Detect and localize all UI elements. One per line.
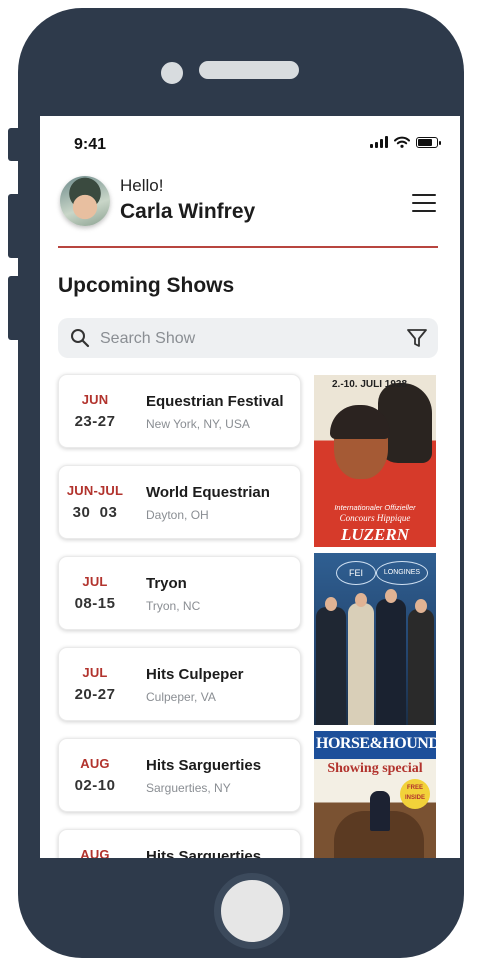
show-days: 20-27 <box>74 686 116 703</box>
volume-up-button[interactable] <box>8 194 18 258</box>
show-month: AUG <box>80 756 110 771</box>
poster-city: LUZERN <box>341 525 409 544</box>
app-header: Hello! Carla Winfrey <box>40 172 460 248</box>
show-title: Tryon <box>146 575 187 592</box>
magazine-badge: FREE INSIDE <box>400 779 430 809</box>
show-days: 08-15 <box>74 595 116 612</box>
show-month: JUL <box>82 574 108 589</box>
battery-fill <box>418 138 432 146</box>
photo-person <box>376 599 406 725</box>
fei-logo: FEI <box>336 561 376 585</box>
show-location: Tryon, NC <box>146 599 201 613</box>
show-title: Hits Sarguerties <box>146 848 262 858</box>
photo-person <box>348 603 374 725</box>
magazine-masthead: HORSE&HOUND <box>316 735 436 752</box>
wifi-icon <box>394 136 410 148</box>
search-icon <box>71 329 90 348</box>
status-icons <box>370 136 441 148</box>
show-title: Hits Culpeper <box>146 666 244 683</box>
speaker-grille <box>199 61 299 79</box>
show-month: JUN <box>81 392 109 407</box>
poster-caption: Internationaler Offizieller <box>334 503 416 512</box>
show-location: Sarguerties, NY <box>146 781 231 795</box>
app-screen: 9:41 Hello! Carla Winfrey Upcoming Shows <box>40 116 460 858</box>
volume-down-button[interactable] <box>8 276 18 340</box>
magazine-subtitle: Showing special <box>327 761 423 776</box>
show-card[interactable]: JUL 08-15 Tryon Tryon, NC <box>58 556 301 630</box>
show-days: 02-10 <box>74 777 116 794</box>
magazine-rider-shape <box>370 791 390 831</box>
home-button[interactable] <box>214 873 290 949</box>
front-camera <box>158 59 186 87</box>
filter-icon[interactable] <box>406 327 428 349</box>
show-card[interactable]: AUG Hits Sarguerties <box>58 829 301 858</box>
magazine-cover-image[interactable]: HORSE&HOUND Showing special FREE INSIDE <box>314 731 436 858</box>
show-title: World Equestrian <box>146 484 270 501</box>
search-input[interactable] <box>98 318 392 360</box>
photo-person <box>316 607 346 725</box>
photo-person-face <box>325 597 337 611</box>
show-title: Hits Sarguerties <box>146 757 262 774</box>
greeting-text: Hello! <box>120 176 164 195</box>
photo-person <box>408 609 434 725</box>
battery-icon <box>416 136 441 148</box>
photo-person-face <box>355 593 367 607</box>
user-name: Carla Winfrey <box>120 200 256 223</box>
photo-person-face <box>385 589 397 603</box>
poster-date: 2.-10. JULI 1938 <box>332 379 408 390</box>
show-title: Equestrian Festival <box>146 393 284 410</box>
show-month: JUN-JUL <box>66 483 124 498</box>
section-title: Upcoming Shows <box>58 274 235 297</box>
status-time: 9:41 <box>74 136 107 153</box>
show-card[interactable]: JUN-JUL 30 03 World Equestrian Dayton, O… <box>58 465 301 539</box>
show-poster-image[interactable]: 2.-10. JULI 1938 Internationaler Offizie… <box>314 375 436 547</box>
header-divider <box>58 246 438 248</box>
signal-icon <box>370 136 388 148</box>
show-month: AUG <box>80 847 110 858</box>
poster-caption: Concours Hippique <box>339 513 411 523</box>
show-award-photo[interactable]: FEI LONGINES <box>314 553 436 725</box>
photo-person-face <box>415 599 427 613</box>
show-location: Dayton, OH <box>146 508 209 522</box>
longines-logo: LONGINES <box>376 561 428 585</box>
show-month: JUL <box>82 665 108 680</box>
show-days: 23-27 <box>74 413 116 430</box>
status-bar: 9:41 <box>40 116 460 166</box>
mute-switch[interactable] <box>8 128 18 161</box>
show-card[interactable]: JUN 23-27 Equestrian Festival New York, … <box>58 374 301 448</box>
show-location: New York, NY, USA <box>146 417 250 431</box>
avatar[interactable] <box>60 176 110 226</box>
show-days: 30 03 <box>72 504 118 521</box>
hamburger-menu-icon[interactable] <box>412 194 436 213</box>
search-bar <box>58 318 438 360</box>
show-card[interactable]: AUG 02-10 Hits Sarguerties Sarguerties, … <box>58 738 301 812</box>
show-location: Culpeper, VA <box>146 690 216 704</box>
show-card[interactable]: JUL 20-27 Hits Culpeper Culpeper, VA <box>58 647 301 721</box>
